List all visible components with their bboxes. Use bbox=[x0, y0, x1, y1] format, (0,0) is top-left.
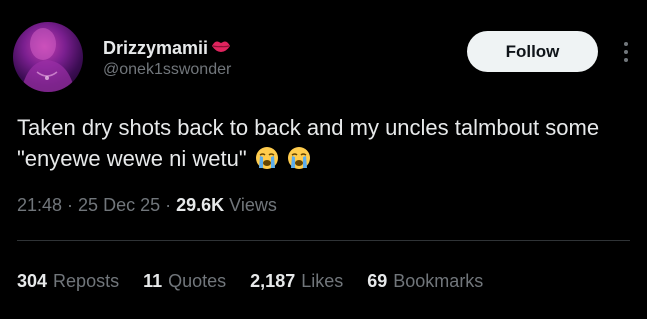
reposts-label: Reposts bbox=[53, 271, 120, 291]
author-name-row[interactable]: Drizzymamii bbox=[103, 38, 231, 58]
likes-stat[interactable]: 2,187 Likes bbox=[250, 270, 343, 292]
author-handle[interactable]: @onek1sswonder bbox=[103, 60, 231, 80]
tweet-time[interactable]: 21:48 bbox=[17, 194, 62, 216]
more-options-button[interactable] bbox=[616, 38, 636, 66]
avatar[interactable] bbox=[13, 22, 83, 92]
views-label: Views bbox=[229, 195, 277, 215]
meta-separator: · bbox=[165, 195, 172, 215]
likes-label: Likes bbox=[301, 271, 344, 291]
quotes-stat[interactable]: 11 Quotes bbox=[143, 270, 226, 292]
follow-button[interactable]: Follow bbox=[467, 31, 598, 72]
lips-icon bbox=[211, 39, 231, 58]
bookmarks-count: 69 bbox=[367, 271, 388, 291]
divider bbox=[17, 240, 630, 241]
quotes-label: Quotes bbox=[168, 271, 227, 291]
reposts-stat[interactable]: 304 Reposts bbox=[17, 270, 119, 292]
quotes-count: 11 bbox=[143, 271, 163, 291]
loudly-crying-face-icon bbox=[255, 146, 279, 178]
avatar-image bbox=[21, 28, 75, 92]
tweet-date[interactable]: 25 Dec 25 bbox=[78, 194, 160, 216]
bookmarks-stat[interactable]: 69 Bookmarks bbox=[367, 270, 483, 292]
views-count: 29.6K bbox=[176, 195, 225, 215]
tweet-text: Taken dry shots back to back and my uncl… bbox=[17, 112, 637, 178]
likes-count: 2,187 bbox=[250, 271, 296, 291]
author-display-name[interactable]: Drizzymamii bbox=[103, 38, 208, 58]
more-vertical-icon bbox=[624, 42, 628, 62]
loudly-crying-face-icon bbox=[287, 146, 311, 178]
engagement-stats: 304 Reposts 11 Quotes 2,187 Likes 69 Boo… bbox=[17, 270, 507, 292]
bookmarks-label: Bookmarks bbox=[393, 271, 484, 291]
tweet-meta: 21:48 · 25 Dec 25 · 29.6K Views bbox=[17, 194, 277, 216]
reposts-count: 304 bbox=[17, 271, 48, 291]
meta-separator: · bbox=[67, 195, 74, 215]
